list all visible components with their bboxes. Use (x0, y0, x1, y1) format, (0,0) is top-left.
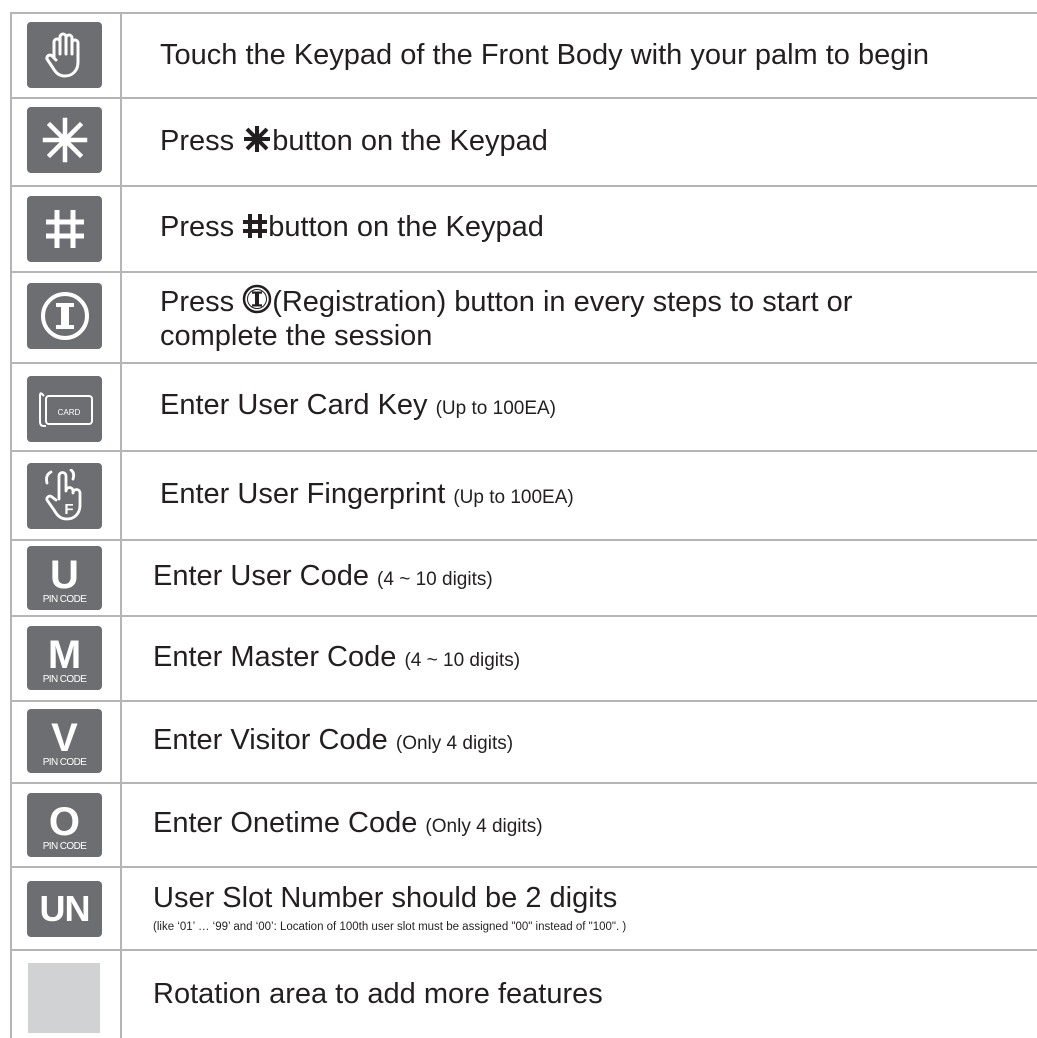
pin-code-icon: U PIN CODE (27, 546, 102, 610)
row-text: Enter Master Code (4 ~ 10 digits) (153, 640, 521, 673)
hash-icon (27, 196, 102, 262)
pin-code-label: PIN CODE (42, 757, 87, 768)
asterisk-icon (27, 107, 102, 173)
row-text: Press button on the Keypad (160, 125, 1025, 160)
row-text: Rotation area to add more features (153, 977, 603, 1010)
pin-code-label: PIN CODE (42, 594, 87, 605)
row-text: User Slot Number should be 2 digits (153, 882, 618, 914)
pin-code-icon: O PIN CODE (27, 793, 102, 857)
user-slot-letters: UN (39, 888, 91, 929)
table-row: U PIN CODE Enter User Code (4 ~ 10 digit… (10, 540, 1037, 616)
row-text: Touch the Keypad of the Front Body with … (160, 38, 929, 71)
pin-letter: V (51, 716, 78, 760)
table-row: UN User Slot Number should be 2 digits (… (10, 867, 1037, 950)
legend-table: Touch the Keypad of the Front Body with … (10, 12, 1037, 1038)
fingerprint-icon-label: F (64, 501, 73, 518)
pin-code-label: PIN CODE (42, 674, 87, 685)
user-slot-icon: UN (27, 881, 102, 937)
palm-hand-icon (27, 22, 102, 88)
table-row: F Enter User Fingerprint (Up to 100EA) (10, 451, 1037, 540)
table-row: V PIN CODE Enter Visitor Code (Only 4 di… (10, 701, 1037, 783)
row-text: Press (Registration) button in every ste… (160, 284, 1025, 321)
row-text-line2: complete the session (160, 319, 433, 352)
row-text: Enter Visitor Code (Only 4 digits) (153, 724, 514, 756)
row-text: Press button on the Keypad (160, 212, 1025, 246)
row-footnote: (like ‘01’ … ‘99’ and ‘00’: Location of … (153, 921, 627, 933)
registration-glyph-icon (242, 284, 272, 321)
table-row: CARD Enter User Card Key (Up to 100EA) (10, 363, 1037, 451)
table-row: Rotation area to add more features (10, 950, 1037, 1038)
row-text: Enter User Code (4 ~ 10 digits) (153, 560, 493, 592)
row-text: Enter User Card Key (Up to 100EA) (160, 389, 557, 421)
pin-letter: U (50, 553, 79, 597)
table-row: M PIN CODE Enter Master Code (4 ~ 10 dig… (10, 616, 1037, 701)
table-row: Press (Registration) button in every ste… (10, 272, 1037, 363)
registration-icon (27, 283, 102, 349)
table-row: Touch the Keypad of the Front Body with … (10, 12, 1037, 98)
fingerprint-hand-icon: F (27, 463, 102, 529)
pin-code-label: PIN CODE (42, 841, 87, 852)
blank-area-icon (28, 963, 100, 1033)
pin-letter: M (47, 633, 82, 677)
pin-code-icon: M PIN CODE (27, 626, 102, 690)
pin-code-icon: V PIN CODE (27, 709, 102, 773)
asterisk-glyph-icon (242, 125, 272, 160)
row-text: Enter Onetime Code (Only 4 digits) (153, 807, 543, 839)
pin-letter: O (48, 800, 81, 844)
card-icon: CARD (27, 376, 102, 442)
card-icon-label: CARD (57, 408, 80, 417)
table-row: Press button on the Keypad (10, 98, 1037, 186)
table-row: Press button on the Keypad (10, 186, 1037, 272)
row-text: Enter User Fingerprint (Up to 100EA) (160, 477, 574, 510)
table-row: O PIN CODE Enter Onetime Code (Only 4 di… (10, 783, 1037, 867)
hash-glyph-icon (242, 213, 268, 246)
